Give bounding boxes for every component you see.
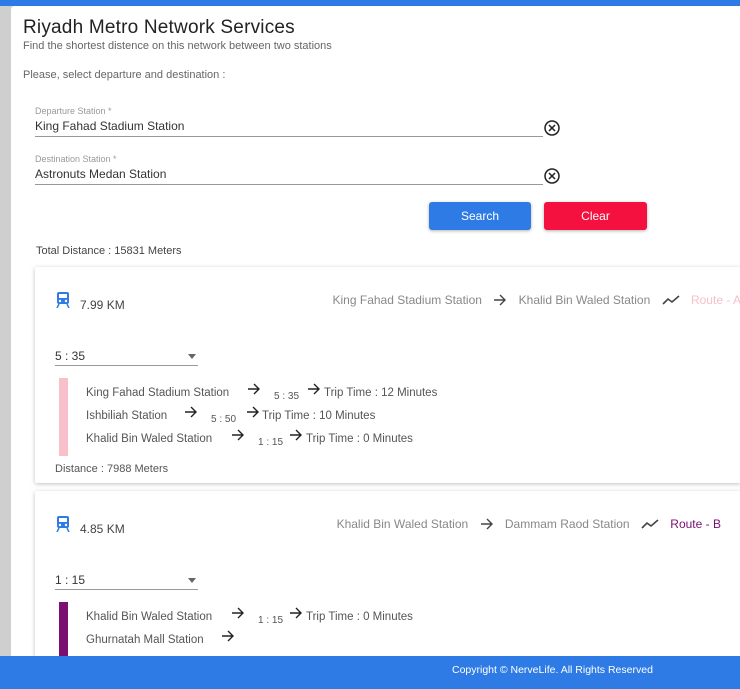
arrow-right-icon <box>222 630 234 642</box>
departure-field: Departure Station * <box>35 106 543 137</box>
route-km: 7.99 KM <box>80 298 125 312</box>
trip-time: Trip Time : 10 Minutes <box>262 410 376 422</box>
stop-time: 1 : 15 <box>258 615 284 626</box>
copyright-text: Copyright © NerveLife. All Rights Reserv… <box>452 664 653 676</box>
route-label: Route - B <box>670 516 721 531</box>
stop-name: Ghurnatah Mall Station <box>86 634 204 646</box>
stop-name: Khalid Bin Waled Station <box>86 433 213 445</box>
trip-time: Trip Time : 0 Minutes <box>306 611 413 623</box>
train-icon <box>56 516 70 532</box>
footer: Copyright © NerveLife. All Rights Reserv… <box>0 656 740 689</box>
arrow-right-icon <box>248 383 260 395</box>
destination-label: Destination Station * <box>35 154 117 164</box>
route-from: King Fahad Stadium Station <box>332 292 482 307</box>
stop-name: Ishbiliah Station <box>86 410 168 422</box>
selected-time: 5 : 35 <box>55 349 86 363</box>
arrow-right-icon <box>308 383 320 395</box>
trip-time: Trip Time : 12 Minutes <box>324 387 438 399</box>
left-gutter <box>0 6 11 656</box>
arrow-right-icon <box>232 429 244 441</box>
chevron-down-icon <box>188 354 196 359</box>
route-distance: Distance : 7988 Meters <box>55 463 169 475</box>
stop-time: 1 : 15 <box>258 437 284 448</box>
route-card-b: 4.85 KM Khalid Bin Waled Station Dammam … <box>35 491 740 656</box>
arrow-right-icon <box>290 429 302 441</box>
arrow-right-icon <box>185 406 197 418</box>
page-title: Riyadh Metro Network Services <box>23 17 295 38</box>
clear-departure-icon[interactable] <box>544 120 560 136</box>
selected-time: 1 : 15 <box>55 573 86 587</box>
page-subtitle: Find the shortest distence on this netwo… <box>23 40 332 52</box>
clear-destination-icon[interactable] <box>544 168 560 184</box>
route-color-bar <box>59 602 68 656</box>
chevron-down-icon <box>188 578 196 583</box>
route-label: Route - A <box>690 292 740 307</box>
trip-time: Trip Time : 0 Minutes <box>306 433 413 445</box>
train-icon <box>56 292 70 308</box>
destination-input[interactable] <box>35 164 543 184</box>
main-panel: Riyadh Metro Network Services Find the s… <box>11 6 740 656</box>
clear-button[interactable]: Clear <box>544 202 647 230</box>
destination-field: Destination Station * <box>35 154 543 185</box>
departure-time-select[interactable]: 5 : 35 <box>55 347 198 366</box>
total-distance: Total Distance : 15831 Meters <box>36 245 182 257</box>
departure-time-select[interactable]: 1 : 15 <box>55 571 198 590</box>
stop-name: King Fahad Stadium Station <box>86 387 230 399</box>
route-km: 4.85 KM <box>80 522 125 536</box>
arrow-right-icon <box>494 294 507 306</box>
route-color-bar <box>59 378 68 456</box>
stop-time: 5 : 50 <box>211 414 237 425</box>
trending-icon <box>641 519 659 529</box>
stop-name: Khalid Bin Waled Station <box>86 611 213 623</box>
departure-input[interactable] <box>35 116 543 136</box>
route-to: Dammam Raod Station <box>504 516 630 531</box>
stop-time: 5 : 35 <box>274 391 300 402</box>
arrow-right-icon <box>480 518 493 530</box>
route-header: Khalid Bin Waled Station Dammam Raod Sta… <box>337 516 721 531</box>
departure-label: Departure Station * <box>35 106 112 116</box>
arrow-right-icon <box>247 406 259 418</box>
route-header: King Fahad Stadium Station Khalid Bin Wa… <box>333 292 740 307</box>
arrow-right-icon <box>290 607 302 619</box>
arrow-right-icon <box>232 607 244 619</box>
route-to: Khalid Bin Waled Station <box>518 292 651 307</box>
trending-icon <box>662 295 680 305</box>
route-card-a: 7.99 KM King Fahad Stadium Station Khali… <box>35 267 740 483</box>
route-from: Khalid Bin Waled Station <box>336 516 469 531</box>
search-button[interactable]: Search <box>429 202 531 230</box>
selection-prompt: Please, select departure and destination… <box>23 69 226 81</box>
